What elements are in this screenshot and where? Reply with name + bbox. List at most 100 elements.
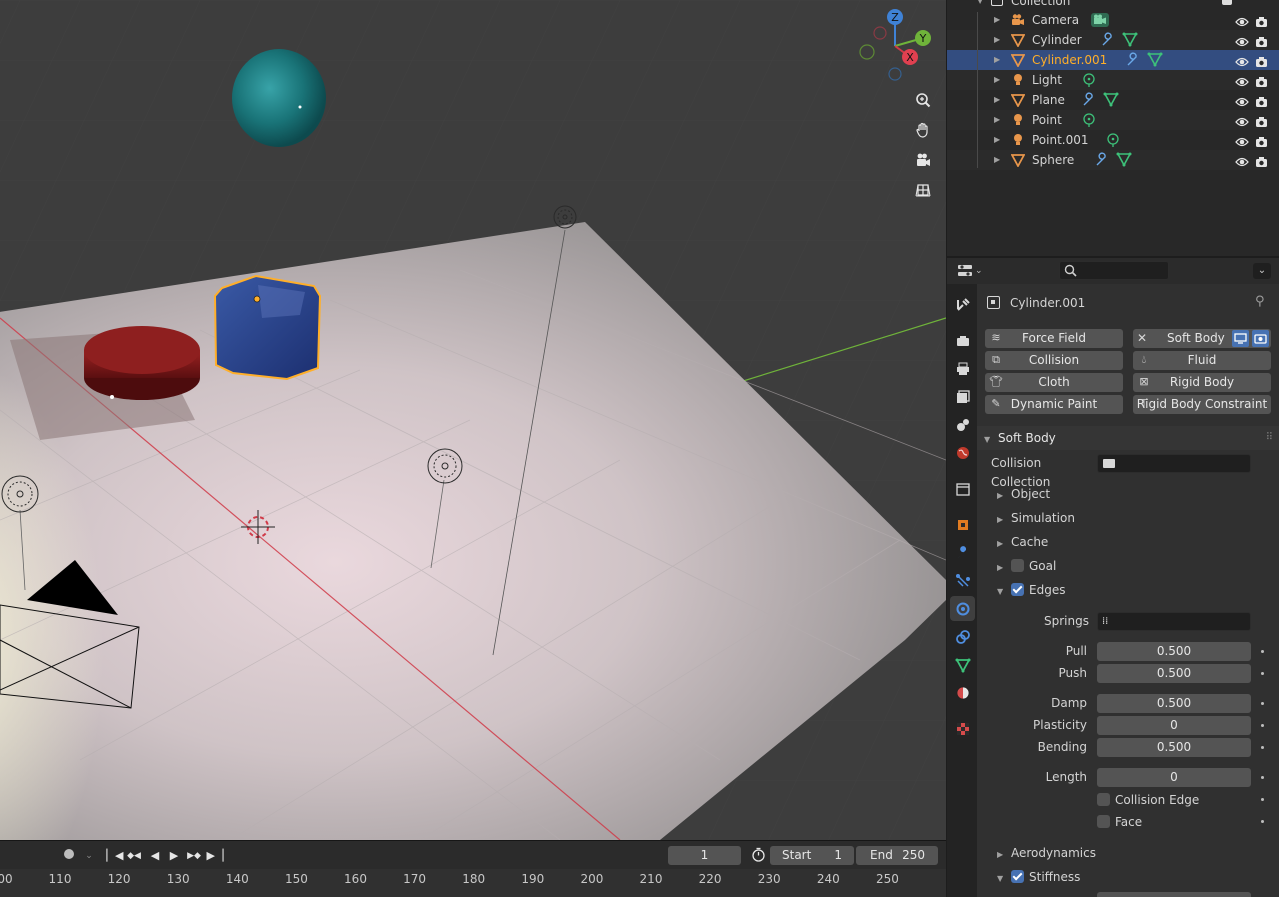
modifier-wrench-tab-icon[interactable] [950,540,975,565]
outliner-item-name[interactable]: Point.001 [1032,130,1089,150]
light-data-icon[interactable] [1081,112,1097,128]
timeline-frame-ruler[interactable]: 00 110 120 130 140 150 160 170 180 190 200 210 220 23… [0,869,946,897]
render-camera-icon[interactable] [1255,54,1268,67]
rigid-body-button[interactable]: ⊠ Rigid Body [1133,373,1271,392]
length-field[interactable]: 0 [1097,768,1251,787]
collision-button[interactable]: ⧉ Collision [985,351,1123,370]
expand-chevron-icon[interactable]: ▶ [994,150,1000,170]
render-camera-icon[interactable] [1255,14,1268,27]
visibility-eye-icon[interactable] [1235,114,1249,127]
render-camera-icon[interactable] [1255,134,1268,147]
outliner-item-plane[interactable]: ▶ Plane [947,90,1279,110]
edges-subpanel-header[interactable]: ▼ Edges [997,580,1065,600]
bending-keyframe-dot[interactable] [1261,746,1264,749]
render-tab-icon[interactable] [950,328,975,353]
start-frame-field[interactable]: Start 1 [770,846,854,865]
editor-type-menu[interactable]: ⌄ [957,263,987,279]
view-layer-tab-icon[interactable] [950,384,975,409]
light-data-icon[interactable] [1105,132,1121,148]
visibility-eye-icon[interactable] [1235,34,1249,47]
goal-subpanel-header[interactable]: ▶ Goal [997,556,1056,576]
perspective-grid-icon[interactable] [910,177,936,203]
outliner-item-name[interactable]: Cylinder.001 [1032,50,1107,70]
properties-editor[interactable]: ⌄ ⌄ Cylinder.001 ⚲ ≋ Force Field ✕ Soft … [947,256,1279,897]
tool-tab-icon[interactable] [950,292,975,317]
face-keyframe-dot[interactable] [1261,820,1264,823]
current-frame-field[interactable]: 1 [668,846,741,865]
camera-view-icon[interactable] [910,147,936,173]
outliner-item-name[interactable]: Sphere [1032,150,1074,170]
render-camera-icon[interactable] [1255,94,1268,107]
play-button[interactable]: ▶ [165,848,183,864]
dynamic-paint-button[interactable]: ✎ Dynamic Paint [985,395,1123,414]
expand-chevron-icon[interactable]: ▶ [994,110,1000,130]
outliner-collection-row[interactable]: ▼ Collection [977,0,1279,8]
outliner-item-name[interactable]: Plane [1032,90,1065,110]
record-keyframe-icon[interactable] [60,848,78,864]
object-data-tab-icon[interactable] [950,652,975,677]
outliner-item-name[interactable]: Point [1032,110,1062,130]
camera-data-icon[interactable] [1090,12,1110,28]
face-option[interactable]: Face [1097,812,1142,832]
springs-vertex-group-field[interactable]: ⁞⁞ [1097,612,1251,631]
texture-tab-icon[interactable] [950,716,975,741]
navigation-gizmo[interactable]: Z Y X [855,6,935,86]
pull-keyframe-dot[interactable] [1261,650,1264,653]
timeline-editor[interactable]: ⌄ ▏◀ ◆◀ ◀ ▶ ▶◆ ▶▕ 1 Start 1 End 250 00 11… [0,840,946,897]
aerodynamics-subpanel-header[interactable]: ▶ Aerodynamics [997,843,1096,863]
expand-chevron-icon[interactable]: ▶ [994,50,1000,70]
rigid-body-constraint-button[interactable]: ⊤ Rigid Body Constraint [1133,395,1271,414]
world-tab-icon[interactable] [950,440,975,465]
particles-tab-icon[interactable] [950,568,975,593]
play-reverse-button[interactable]: ◀ [146,848,164,864]
modifier-and-mesh-data-icon[interactable] [1099,32,1141,48]
3d-viewport[interactable]: Z Y X [0,0,946,840]
pull-field[interactable]: 0.500 [1097,642,1251,661]
soft-body-button[interactable]: ✕ Soft Body [1133,329,1271,348]
simulation-subpanel-header[interactable]: ▶ Simulation [997,508,1075,528]
stiffness-subpanel-header[interactable]: ▼ Stiffness [997,867,1080,887]
face-checkbox[interactable] [1097,815,1110,828]
scene-tab-icon[interactable] [950,412,975,437]
object-subpanel-header[interactable]: ▶ Object [997,484,1050,504]
expand-chevron-icon[interactable]: ▶ [994,90,1000,110]
plasticity-keyframe-dot[interactable] [1261,724,1264,727]
bending-field[interactable]: 0.500 [1097,738,1251,757]
force-field-button[interactable]: ≋ Force Field [985,329,1123,348]
outliner-item-cylinder[interactable]: ▶ Cylinder [947,30,1279,50]
expand-chevron-icon[interactable]: ▶ [994,130,1000,150]
outliner-item-sphere[interactable]: ▶ Sphere [947,150,1279,170]
jump-to-end-button[interactable]: ▶▕ [206,848,224,864]
damp-keyframe-dot[interactable] [1261,702,1264,705]
light-data-icon[interactable] [1081,72,1097,88]
expand-chevron-icon[interactable]: ▶ [994,70,1000,90]
pin-icon[interactable]: ⚲ [1255,294,1265,309]
record-dropdown-chevron-icon[interactable]: ⌄ [80,848,98,864]
material-tab-icon[interactable] [950,680,975,705]
push-keyframe-dot[interactable] [1261,672,1264,675]
collection-tab-icon[interactable] [950,476,975,501]
object-tab-icon[interactable] [950,512,975,537]
modifier-and-mesh-data-icon[interactable] [1080,92,1122,108]
visibility-eye-icon[interactable] [1235,14,1249,27]
zoom-icon[interactable] [910,87,936,113]
output-tab-icon[interactable] [950,356,975,381]
outliner-item-point[interactable]: ▶ Point [947,110,1279,130]
cache-subpanel-header[interactable]: ▶ Cache [997,532,1048,552]
jump-prev-keyframe-button[interactable]: ◆◀ [125,848,143,864]
jump-next-keyframe-button[interactable]: ▶◆ [185,848,203,864]
expand-chevron-icon[interactable]: ▶ [994,10,1000,30]
remove-x-icon[interactable]: ✕ [1137,331,1151,345]
push-field[interactable]: 0.500 [1097,664,1251,683]
render-camera-icon[interactable] [1255,34,1268,47]
fluid-button[interactable]: 💧︎ Fluid [1133,351,1271,370]
outliner-item-camera[interactable]: ▶ Camera [947,10,1279,30]
plasticity-field[interactable]: 0 [1097,716,1251,735]
properties-search-input[interactable] [1059,261,1169,280]
pan-hand-icon[interactable] [910,117,936,143]
modifier-and-mesh-data-icon[interactable] [1124,52,1166,68]
edges-checkbox[interactable] [1011,583,1024,596]
visibility-eye-icon[interactable] [1235,134,1249,147]
damp-field[interactable]: 0.500 [1097,694,1251,713]
render-camera-icon[interactable] [1255,114,1268,127]
